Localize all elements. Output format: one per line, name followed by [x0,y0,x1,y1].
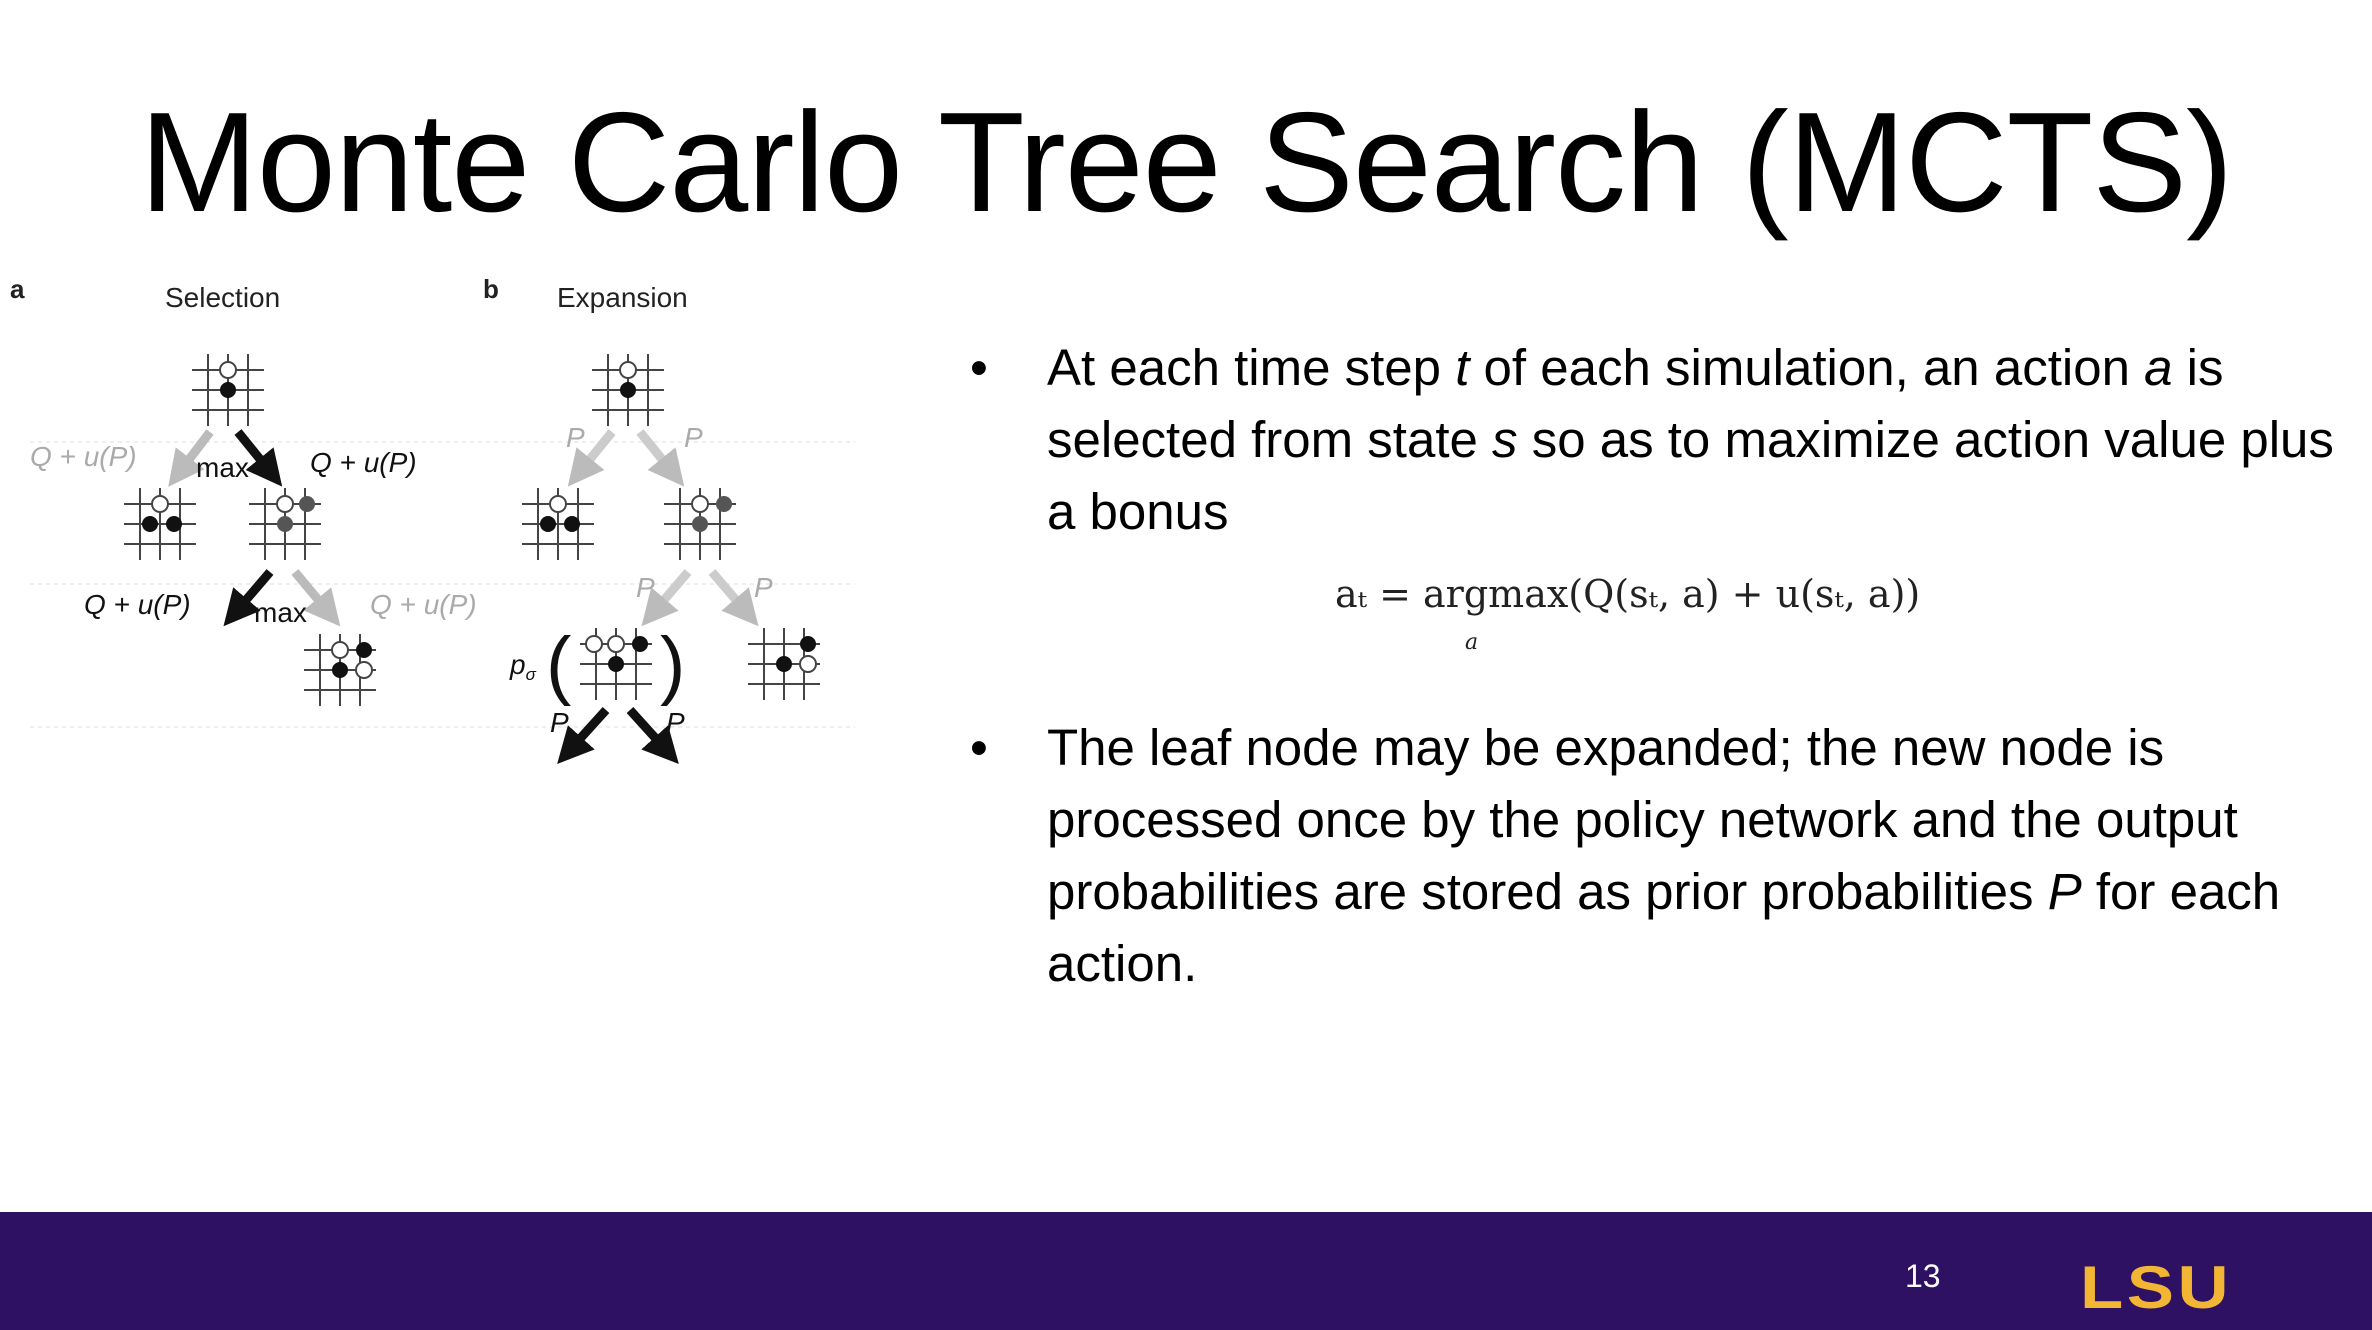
prior-p-label: P [684,422,703,453]
formula-text: aₜ = argmax(Q(sₜ, a) + u(sₜ, a)) [1335,572,1921,616]
page-number: 13 [1905,1258,1941,1294]
board-icon [592,354,664,426]
gray-arrow [708,569,759,627]
mcts-diagram: a Selection b Expansion Q + u(P) max Q +… [10,274,855,765]
footer-bar [0,1212,2372,1330]
right-paren: ) [660,622,685,707]
q-plus-u-label: Q + u(P) [84,589,191,620]
panel-b-letter: b [483,274,499,304]
prior-p-label: P [754,572,773,603]
board-icon [748,628,820,700]
bullet-list: • At each time step t of each simulation,… [970,332,2350,1000]
bullet-dot: • [970,339,988,396]
black-arrow [626,706,679,765]
board-icon [192,354,264,426]
board-icon [664,488,736,560]
q-plus-u-label: Q + u(P) [310,447,417,478]
prior-p-label: P [550,707,569,738]
selection-formula: aₜ = argmax(Q(sₜ, a) + u(sₜ, a)) a [1335,572,1921,655]
p-sigma-label: pσ [509,649,537,684]
panel-b-title: Expansion [557,282,688,313]
max-label: max [196,452,249,483]
bullet-item-expansion: • The leaf node may be expanded; the new … [970,712,2350,1000]
board-icon [249,488,321,560]
formula-subscript: a [1465,630,1479,655]
max-label: max [254,597,307,628]
board-icon [124,488,196,560]
slide-title: Monte Carlo Tree Search (MCTS) [139,83,2234,242]
panel-a-letter: a [10,274,25,304]
bullet-dot: • [970,719,988,776]
black-arrow [557,706,610,765]
prior-p-label: P [566,422,585,453]
gray-arrow [636,429,685,487]
bullet-item-selection: • At each time step t of each simulation,… [970,332,2350,548]
board-icon [522,488,594,560]
left-paren: ( [546,622,571,707]
prior-p-label: P [636,572,655,603]
board-icon [580,628,652,700]
gray-arrow [641,569,692,627]
lsu-logo: LSU [2080,1254,2233,1321]
board-icon [304,634,376,706]
panel-a-title: Selection [165,282,280,313]
q-plus-u-label: Q + u(P) [30,441,137,472]
q-plus-u-label: Q + u(P) [370,589,477,620]
prior-p-label: P [666,707,685,738]
